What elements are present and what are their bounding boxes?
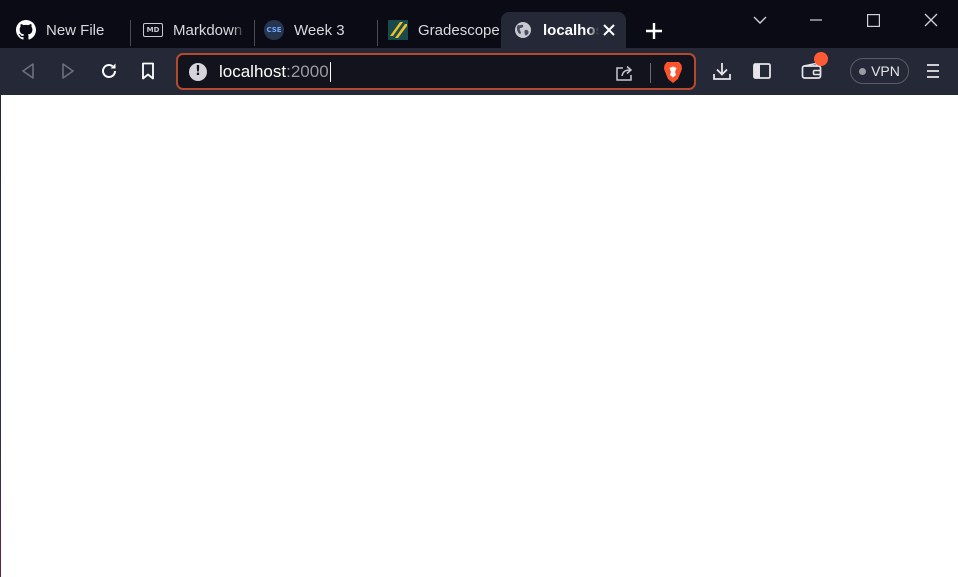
info-icon[interactable]: ! — [189, 63, 207, 81]
vpn-label: VPN — [871, 63, 900, 79]
tab-week-3[interactable]: CSE Week 3 — [252, 12, 376, 48]
tab-markdown[interactable]: MD Markdown Preview — [131, 12, 253, 48]
reload-icon[interactable] — [96, 58, 122, 84]
tab-title: localhost:2000 — [543, 21, 599, 39]
gradescope-icon — [388, 20, 408, 40]
tab-gradescope[interactable]: Gradescope — [376, 12, 500, 48]
tab-title: Gradescope — [418, 21, 500, 39]
sidebar-icon[interactable] — [749, 58, 775, 84]
tab-title: Markdown Preview — [173, 21, 245, 39]
menu-icon[interactable] — [920, 58, 946, 84]
wallet-icon[interactable] — [799, 52, 828, 84]
vpn-status-dot — [859, 67, 867, 75]
back-icon[interactable] — [15, 58, 41, 84]
address-input[interactable]: localhost:2000 — [219, 62, 331, 82]
chevron-down-icon[interactable] — [746, 6, 774, 34]
bookmark-icon[interactable] — [135, 58, 161, 84]
tab-title: Week 3 — [294, 21, 345, 39]
minimize-icon[interactable] — [802, 6, 830, 34]
maximize-icon[interactable] — [859, 6, 887, 34]
cse-icon: CSE — [264, 20, 284, 40]
forward-icon[interactable] — [55, 58, 81, 84]
page-edge — [0, 95, 1, 577]
brave-shield-icon[interactable] — [662, 60, 684, 85]
vpn-button[interactable]: VPN — [850, 58, 909, 84]
address-bar[interactable]: ! localhost:2000 — [176, 53, 696, 90]
notification-badge — [814, 52, 828, 66]
tab-title: New File — [46, 21, 105, 39]
page-content — [0, 95, 958, 577]
globe-icon — [513, 20, 533, 40]
divider — [650, 63, 651, 83]
address-host: localhost — [219, 62, 287, 81]
toolbar: ! localhost:2000 VPN — [0, 48, 958, 95]
markdown-icon: MD — [143, 20, 163, 40]
window-close-icon[interactable] — [917, 6, 945, 34]
tab-localhost[interactable]: localhost:2000 — [501, 12, 626, 48]
tab-close-icon[interactable] — [600, 21, 618, 39]
download-icon[interactable] — [709, 58, 735, 84]
text-caret — [329, 62, 331, 82]
tab-strip: New File MD Markdown Preview CSE Week 3 … — [0, 0, 958, 48]
github-icon — [16, 20, 36, 40]
new-tab-icon[interactable] — [642, 19, 666, 43]
address-port: :2000 — [286, 62, 329, 81]
share-icon[interactable] — [614, 62, 636, 84]
tab-new-file[interactable]: New File — [4, 12, 130, 48]
